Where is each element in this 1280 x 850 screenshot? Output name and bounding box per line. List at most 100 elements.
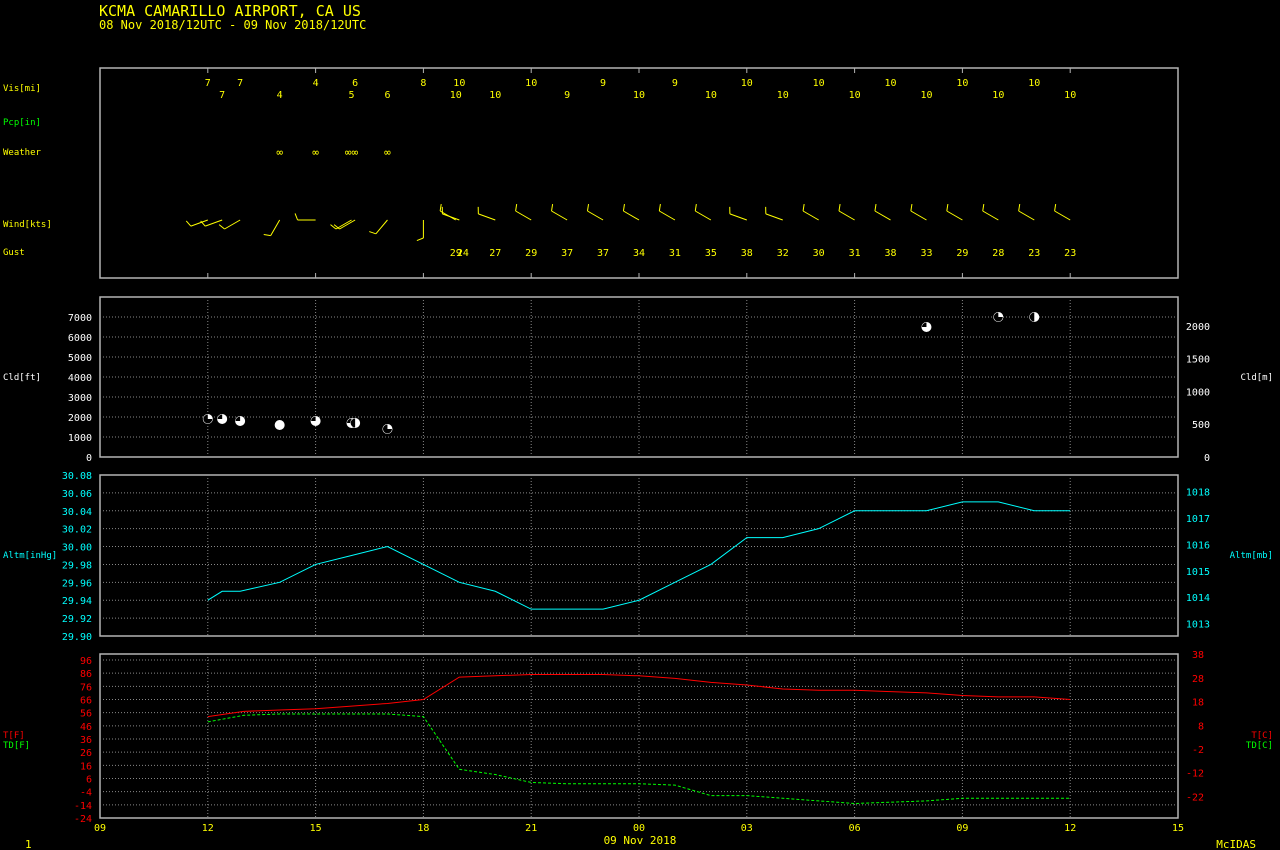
visibility-value: 10 [885, 78, 897, 89]
altimeter-tick-mb: 1013 [1186, 620, 1210, 631]
gust-value: 31 [849, 248, 861, 259]
altimeter-tick-inhg: 29.98 [62, 560, 92, 571]
weather-symbol: ∞∞ [345, 146, 359, 159]
gust-value: 23 [1064, 248, 1076, 259]
footer-frame-number: 1 [25, 838, 32, 850]
cloud-tick-ft: 6000 [68, 333, 92, 344]
cloud-tick-ft: 5000 [68, 353, 92, 364]
temp-tick-f: -14 [74, 801, 92, 812]
cloud-cover-symbol [274, 420, 285, 430]
footer-mcidas: McIDAS [1216, 838, 1256, 850]
altimeter-tick-inhg: 30.08 [62, 471, 92, 482]
gust-value: 23 [1028, 248, 1040, 259]
time-axis-label: 09 [956, 823, 968, 834]
temp-tick-c: -2 [1192, 745, 1204, 756]
visibility-value: 10 [920, 90, 932, 101]
temp-tick-c: 28 [1192, 674, 1204, 685]
visibility-value: 10 [777, 90, 789, 101]
cloud-tick-m: 500 [1192, 420, 1210, 431]
altimeter-tick-mb: 1014 [1186, 593, 1210, 604]
visibility-value: 10 [489, 90, 501, 101]
temp-tick-f: 36 [80, 735, 92, 746]
visibility-value: 10 [1028, 78, 1040, 89]
temp-tick-f: 16 [80, 761, 92, 772]
temp-tick-f: -24 [74, 814, 92, 825]
temp-tick-f: 86 [80, 669, 92, 680]
temp-tick-f: 46 [80, 722, 92, 733]
cloud-tick-m: 1000 [1186, 387, 1210, 398]
visibility-value: 10 [453, 78, 465, 89]
visibility-value: 5 [349, 90, 355, 101]
visibility-value: 10 [525, 78, 537, 89]
temp-tick-f: 76 [80, 682, 92, 693]
visibility-value: 10 [450, 90, 462, 101]
gust-value: 33 [920, 248, 932, 259]
gust-value: 29 [956, 248, 968, 259]
footer-date: 09 Nov 2018 [604, 834, 677, 847]
visibility-value: 4 [313, 78, 319, 89]
cloud-tick-ft: 3000 [68, 393, 92, 404]
gust-value: 38 [885, 248, 897, 259]
altimeter-tick-inhg: 29.90 [62, 632, 92, 643]
cloud-tick-ft: 0 [86, 453, 92, 464]
meteogram: KCMA CAMARILLO AIRPORT, CA US 08 Nov 201… [0, 0, 1280, 850]
gust-value: 37 [597, 248, 609, 259]
visibility-value: 10 [633, 90, 645, 101]
row-label-4: Gust [3, 248, 25, 258]
time-axis-label: 18 [417, 823, 429, 834]
temp-ylabel-left-t: T[F] [3, 731, 25, 741]
temp-tick-f: 26 [80, 748, 92, 759]
visibility-value: 9 [564, 90, 570, 101]
altimeter-tick-inhg: 30.06 [62, 489, 92, 500]
row-label-0: Vis[mi] [3, 84, 41, 94]
visibility-value: 4 [277, 90, 283, 101]
cloud-ylabel-left: Cld[ft] [3, 373, 41, 383]
gust-value: 30 [813, 248, 825, 259]
visibility-value: 7 [219, 90, 225, 101]
altimeter-ylabel-left: Altm[inHg] [3, 551, 57, 561]
altimeter-tick-mb: 1016 [1186, 540, 1210, 551]
gust-value: 29 [525, 248, 537, 259]
visibility-value: 10 [956, 78, 968, 89]
altimeter-tick-inhg: 29.96 [62, 578, 92, 589]
time-axis-label: 12 [1064, 823, 1076, 834]
temp-tick-c: 38 [1192, 650, 1204, 661]
temp-tick-f: -4 [80, 788, 92, 799]
time-axis-label: 03 [741, 823, 753, 834]
temp-tick-c: -12 [1186, 769, 1204, 780]
gust-value: 35 [705, 248, 717, 259]
cloud-tick-m: 1500 [1186, 355, 1210, 366]
row-label-2: Weather [3, 148, 42, 158]
visibility-value: 10 [1064, 90, 1076, 101]
temp-tick-c: 8 [1198, 721, 1204, 732]
temp-tick-f: 96 [80, 656, 92, 667]
altimeter-ylabel-right: Altm[mb] [1230, 551, 1273, 561]
temp-tick-c: -22 [1186, 792, 1204, 803]
altimeter-tick-mb: 1018 [1186, 488, 1210, 499]
visibility-value: 7 [205, 78, 211, 89]
altimeter-tick-inhg: 29.94 [62, 596, 92, 607]
gust-value: 24 [457, 248, 469, 259]
weather-symbol: ∞ [312, 146, 319, 159]
visibility-value: 9 [600, 78, 606, 89]
gust-value: 31 [669, 248, 681, 259]
visibility-value: 8 [420, 78, 426, 89]
visibility-value: 6 [352, 78, 358, 89]
altimeter-tick-mb: 1017 [1186, 514, 1210, 525]
visibility-value: 7 [237, 78, 243, 89]
time-axis-label: 15 [1172, 823, 1184, 834]
altimeter-tick-inhg: 29.92 [62, 614, 92, 625]
visibility-value: 9 [672, 78, 678, 89]
cloud-tick-ft: 1000 [68, 433, 92, 444]
time-axis-label: 12 [202, 823, 214, 834]
cloud-tick-ft: 7000 [68, 313, 92, 324]
cloud-tick-m: 2000 [1186, 322, 1210, 333]
altimeter-tick-mb: 1015 [1186, 567, 1210, 578]
weather-symbol: ∞ [384, 146, 391, 159]
visibility-value: 10 [849, 90, 861, 101]
gust-value: 37 [561, 248, 573, 259]
visibility-value: 10 [741, 78, 753, 89]
time-axis-label: 15 [310, 823, 322, 834]
row-label-3: Wind[kts] [3, 220, 52, 230]
gust-value: 28 [992, 248, 1004, 259]
